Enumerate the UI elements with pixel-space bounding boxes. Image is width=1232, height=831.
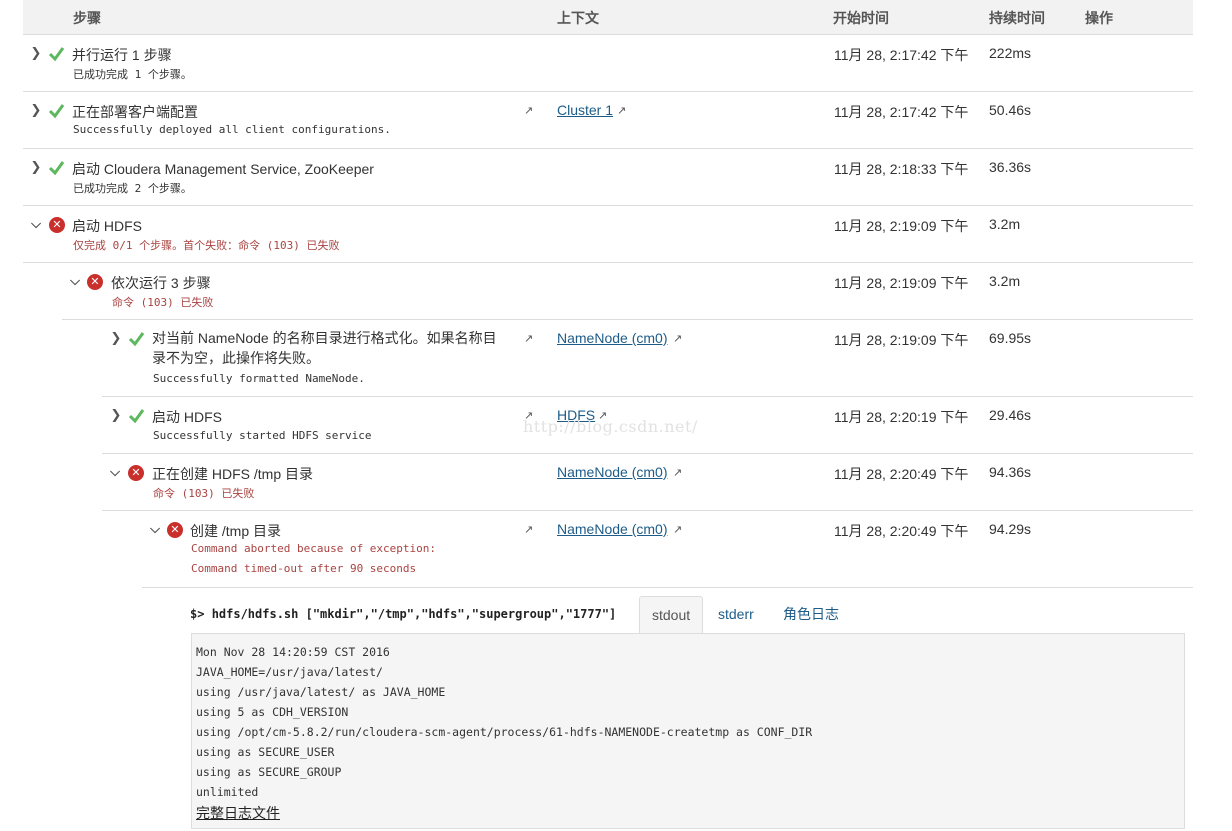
console-line: using as SECURE_USER: [196, 745, 335, 759]
header-start-time: 开始时间: [833, 10, 889, 26]
step-duration: 69.95s: [989, 330, 1032, 346]
external-link-icon[interactable]: ↗: [524, 332, 533, 345]
step-status: 已成功完成 1 个步骤。: [73, 68, 192, 81]
console-line: unlimited: [196, 785, 259, 799]
chevron-right-icon[interactable]: ❯: [30, 160, 42, 174]
step-start-time: 11月 28, 2:18:33 下午: [834, 161, 969, 177]
context-link[interactable]: NameNode (cm0): [557, 521, 667, 537]
console-line: using /usr/java/latest/ as JAVA_HOME: [196, 685, 446, 699]
step-start-time: 11月 28, 2:19:09 下午: [834, 332, 969, 348]
step-title: 启动 HDFS: [152, 409, 222, 425]
step-title: 正在创建 HDFS /tmp 目录: [152, 466, 314, 482]
step-start-time: 11月 28, 2:17:42 下午: [834, 104, 969, 120]
row-divider: [102, 396, 1193, 397]
chevron-down-icon[interactable]: ⌵: [149, 522, 161, 536]
header-context: 上下文: [557, 10, 599, 26]
external-link-icon[interactable]: ↗: [524, 523, 533, 536]
full-log-link[interactable]: 完整日志文件: [196, 802, 1180, 824]
console-line: using 5 as CDH_VERSION: [196, 705, 349, 719]
step-duration: 94.36s: [989, 464, 1032, 480]
context-link[interactable]: NameNode (cm0): [557, 330, 667, 346]
step-title: 并行运行 1 步骤: [72, 47, 172, 63]
step-start-time: 11月 28, 2:20:49 下午: [834, 466, 969, 482]
external-link-icon[interactable]: ↗: [673, 523, 682, 536]
step-status: Command aborted because of exception:: [191, 542, 437, 555]
tab-stderr[interactable]: stderr: [706, 596, 766, 633]
table-header: 步骤 上下文 开始时间 持续时间 操作: [23, 0, 1193, 35]
chevron-down-icon[interactable]: ⌵: [69, 274, 81, 288]
check-icon: [48, 161, 65, 176]
step-status: Successfully started HDFS service: [153, 429, 372, 442]
step-status: 命令 (103) 已失败: [112, 296, 214, 309]
external-link-icon[interactable]: ↗: [673, 332, 682, 345]
row-divider: [23, 205, 1193, 206]
command-line: $> hdfs/hdfs.sh ["mkdir","/tmp","hdfs","…: [190, 607, 616, 621]
step-status-detail: Command timed-out after 90 seconds: [191, 562, 417, 575]
console-line: using /opt/cm-5.8.2/run/cloudera-scm-age…: [196, 725, 813, 739]
step-start-time: 11月 28, 2:17:42 下午: [834, 47, 969, 63]
step-status: 仅完成 0/1 个步骤。首个失败：命令 (103) 已失败: [73, 239, 340, 252]
step-duration: 222ms: [989, 45, 1032, 61]
error-circle-icon: ✕: [128, 465, 144, 481]
header-step: 步骤: [73, 10, 101, 26]
step-duration: 94.29s: [989, 521, 1032, 537]
console-line: Mon Nov 28 14:20:59 CST 2016: [196, 645, 390, 659]
step-title: 对当前 NameNode 的名称目录进行格式化。如果名称目录不为空，此操作将失败…: [152, 330, 497, 366]
step-start-time: 11月 28, 2:19:09 下午: [834, 218, 969, 234]
chevron-right-icon[interactable]: ❯: [30, 46, 42, 60]
external-link-icon[interactable]: ↗: [673, 466, 682, 479]
row-divider: [102, 453, 1193, 454]
command-prompt: $>: [190, 607, 205, 621]
step-title: 依次运行 3 步骤: [111, 275, 211, 291]
step-title: 启动 Cloudera Management Service, ZooKeepe…: [72, 161, 374, 177]
external-link-icon[interactable]: ↗: [617, 104, 626, 117]
chevron-right-icon[interactable]: ❯: [110, 408, 122, 422]
step-duration: 50.46s: [989, 102, 1032, 118]
step-status: 命令 (103) 已失败: [153, 487, 255, 500]
step-title: 正在部署客户端配置: [72, 104, 198, 120]
error-circle-icon: ✕: [167, 522, 183, 538]
stdout-console[interactable]: Mon Nov 28 14:20:59 CST 2016 JAVA_HOME=/…: [191, 633, 1185, 829]
step-title: 创建 /tmp 目录: [190, 523, 282, 539]
check-icon: [128, 332, 145, 347]
context-link[interactable]: Cluster 1: [557, 102, 613, 118]
step-start-time: 11月 28, 2:20:19 下午: [834, 409, 969, 425]
check-icon: [48, 104, 65, 119]
header-actions: 操作: [1085, 10, 1113, 26]
step-duration: 3.2m: [989, 216, 1021, 232]
step-duration: 36.36s: [989, 159, 1032, 175]
chevron-right-icon[interactable]: ❯: [30, 103, 42, 117]
command-text: hdfs/hdfs.sh ["mkdir","/tmp","hdfs","sup…: [211, 607, 617, 621]
step-status: Successfully formatted NameNode.: [153, 372, 365, 385]
watermark: http://blog.csdn.net/: [523, 417, 698, 436]
chevron-down-icon[interactable]: ⌵: [30, 217, 42, 231]
row-divider: [142, 587, 1193, 588]
step-duration: 29.46s: [989, 407, 1032, 423]
log-tabs: stdout stderr 角色日志: [639, 596, 1185, 633]
check-icon: [128, 409, 145, 424]
row-divider: [23, 262, 1193, 263]
step-start-time: 11月 28, 2:20:49 下午: [834, 523, 969, 539]
tab-role-log[interactable]: 角色日志: [771, 596, 851, 633]
chevron-down-icon[interactable]: ⌵: [109, 465, 121, 479]
header-duration: 持续时间: [989, 10, 1045, 26]
console-line: using as SECURE_GROUP: [196, 765, 342, 779]
row-divider: [62, 319, 1193, 320]
console-line: JAVA_HOME=/usr/java/latest/: [196, 665, 383, 679]
external-link-icon[interactable]: ↗: [524, 104, 533, 117]
error-circle-icon: ✕: [49, 217, 65, 233]
step-start-time: 11月 28, 2:19:09 下午: [834, 275, 969, 291]
context-link[interactable]: NameNode (cm0): [557, 464, 667, 480]
step-status: 已成功完成 2 个步骤。: [73, 182, 192, 195]
error-circle-icon: ✕: [87, 274, 103, 290]
step-duration: 3.2m: [989, 273, 1021, 289]
chevron-right-icon[interactable]: ❯: [110, 331, 122, 345]
row-divider: [23, 91, 1193, 92]
check-icon: [48, 47, 65, 62]
step-title: 启动 HDFS: [72, 218, 142, 234]
tab-stdout[interactable]: stdout: [639, 596, 704, 633]
row-divider: [102, 510, 1193, 511]
row-divider: [23, 148, 1193, 149]
step-status: Successfully deployed all client configu…: [73, 123, 391, 136]
